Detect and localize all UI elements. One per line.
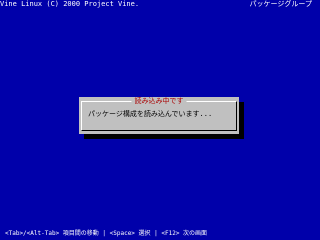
- screen-title: パッケージグループ: [249, 0, 312, 8]
- copyright-header: Vine Linux (C) 2000 Project Vine.: [0, 0, 140, 8]
- loading-dialog: 読み込み中です パッケージ構成を読み込んでいます...: [79, 97, 239, 134]
- dialog-title: 読み込み中です: [131, 97, 187, 105]
- installer-screen: { "header": { "left_text": "Vine Linux (…: [0, 0, 320, 240]
- keyboard-help-bar: <Tab>/<Alt-Tab> 項目間の移動 | <Space> 選択 | <F…: [5, 230, 208, 237]
- dialog-message: パッケージ構成を読み込んでいます...: [88, 110, 213, 118]
